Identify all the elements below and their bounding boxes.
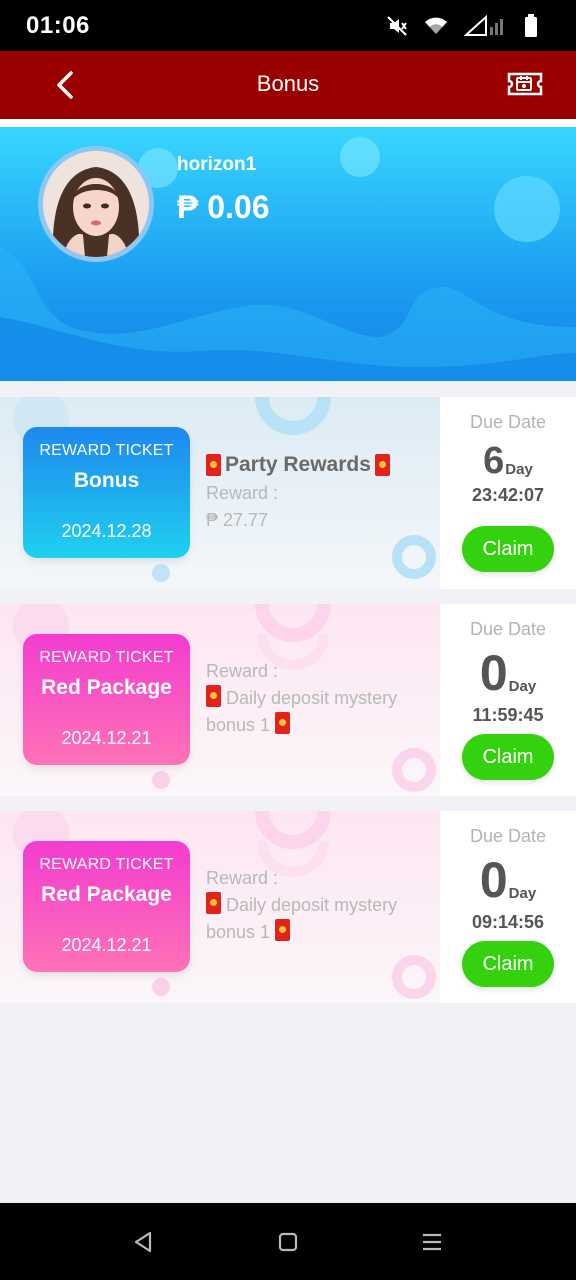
days-count: 0 — [479, 645, 508, 701]
day-unit: Day — [508, 885, 537, 902]
days-remaining: 0 Day — [440, 648, 576, 698]
reward-info: Party Rewards Reward : ₱ 27.77 — [206, 451, 431, 534]
red-envelope-icon — [206, 453, 221, 476]
signal-icon — [464, 15, 508, 37]
status-icons — [386, 12, 538, 40]
reward-card: REWARD TICKET Red Package 2024.12.21 Rew… — [0, 604, 576, 796]
home-square-icon — [278, 1232, 298, 1252]
reward-description-cont: bonus 1 — [206, 919, 431, 946]
avatar — [38, 146, 154, 262]
ticket-label: REWARD TICKET — [39, 856, 174, 873]
reward-amount: ₱ 27.77 — [206, 510, 269, 530]
due-panel: Due Date 0 Day 09:14:56 Claim — [440, 811, 576, 1003]
ticket-name: Red Package — [41, 676, 172, 699]
menu-lines-icon — [423, 1233, 441, 1251]
ticket-date: 2024.12.21 — [61, 728, 152, 748]
day-unit: Day — [505, 461, 533, 478]
due-panel: Due Date 0 Day 11:59:45 Claim — [440, 604, 576, 796]
reward-description: Daily deposit mystery — [206, 685, 431, 712]
ticket-name: Red Package — [41, 883, 172, 906]
days-remaining: 0 Day — [440, 855, 576, 905]
ticket-label: REWARD TICKET — [39, 442, 174, 459]
due-date-label: Due Date — [469, 826, 547, 846]
mute-icon — [386, 15, 408, 37]
reward-ticket: REWARD TICKET Bonus 2024.12.28 — [23, 427, 190, 558]
reward-ticket: REWARD TICKET Red Package 2024.12.21 — [23, 634, 190, 765]
reward-ticket: REWARD TICKET Red Package 2024.12.21 — [23, 841, 190, 972]
reward-line: Daily deposit mystery — [226, 895, 398, 915]
wifi-icon — [424, 16, 448, 36]
red-envelope-icon — [275, 919, 291, 941]
app-header: Bonus — [0, 51, 576, 119]
ticket-label: REWARD TICKET — [39, 649, 174, 666]
day-unit: Day — [508, 678, 537, 695]
reward-description: Daily deposit mystery — [206, 892, 431, 919]
claim-button[interactable]: Claim — [462, 526, 554, 572]
username: horizon1 — [177, 154, 257, 175]
nav-menu-button[interactable] — [415, 1225, 449, 1259]
profile-banner: horizon1 ₱ 0.06 — [0, 127, 576, 381]
ticket-icon — [507, 72, 543, 96]
claim-button[interactable]: Claim — [462, 734, 554, 780]
system-nav-bar — [0, 1203, 576, 1280]
status-time: 01:06 — [26, 12, 90, 39]
avatar-portrait — [43, 151, 149, 257]
reward-info: Reward : Daily deposit mystery bonus 1 — [206, 658, 431, 739]
status-bar: 01:06 — [0, 0, 576, 51]
days-remaining: 6 Day — [440, 441, 576, 481]
balance: ₱ 0.06 — [177, 189, 270, 225]
battery-icon — [524, 14, 538, 38]
red-envelope-icon — [206, 892, 221, 914]
days-count: 6 — [483, 440, 505, 482]
reward-label: Reward : — [206, 483, 279, 503]
nav-home-button[interactable] — [271, 1225, 305, 1259]
time-remaining: 11:59:45 — [472, 705, 544, 725]
reward-line: bonus 1 — [206, 715, 271, 735]
time-remaining: 09:14:56 — [471, 912, 545, 932]
reward-line: Daily deposit mystery — [226, 688, 398, 708]
red-envelope-icon — [206, 685, 221, 707]
due-date-label: Due Date — [469, 412, 547, 432]
ticket-date: 2024.12.21 — [61, 935, 152, 955]
back-triangle-icon — [134, 1231, 152, 1253]
page-title: Bonus — [256, 71, 320, 96]
reward-title: Party Rewards — [206, 451, 431, 478]
ticket-date: 2024.12.28 — [61, 521, 152, 541]
reward-line: bonus 1 — [206, 922, 271, 942]
reward-card: REWARD TICKET Red Package 2024.12.21 Rew… — [0, 811, 576, 1003]
reward-card: REWARD TICKET Bonus 2024.12.28 Party Rew… — [0, 397, 576, 589]
red-envelope-icon — [275, 712, 291, 734]
reward-label: Reward : — [206, 868, 279, 888]
reward-title-text: Party Rewards — [225, 453, 371, 476]
reward-description-cont: bonus 1 — [206, 712, 431, 739]
header-divider — [0, 119, 576, 127]
days-count: 0 — [479, 852, 508, 908]
claim-button[interactable]: Claim — [462, 941, 554, 987]
ticket-button[interactable] — [506, 69, 544, 99]
due-panel: Due Date 6 Day 23:42:07 Claim — [440, 397, 576, 589]
reward-info: Reward : Daily deposit mystery bonus 1 — [206, 865, 431, 946]
time-remaining: 23:42:07 — [471, 485, 545, 505]
due-date-label: Due Date — [469, 619, 547, 639]
ticket-name: Bonus — [73, 469, 140, 492]
red-envelope-icon — [374, 453, 390, 476]
nav-back-button[interactable] — [126, 1225, 160, 1259]
reward-label: Reward : — [206, 661, 279, 681]
